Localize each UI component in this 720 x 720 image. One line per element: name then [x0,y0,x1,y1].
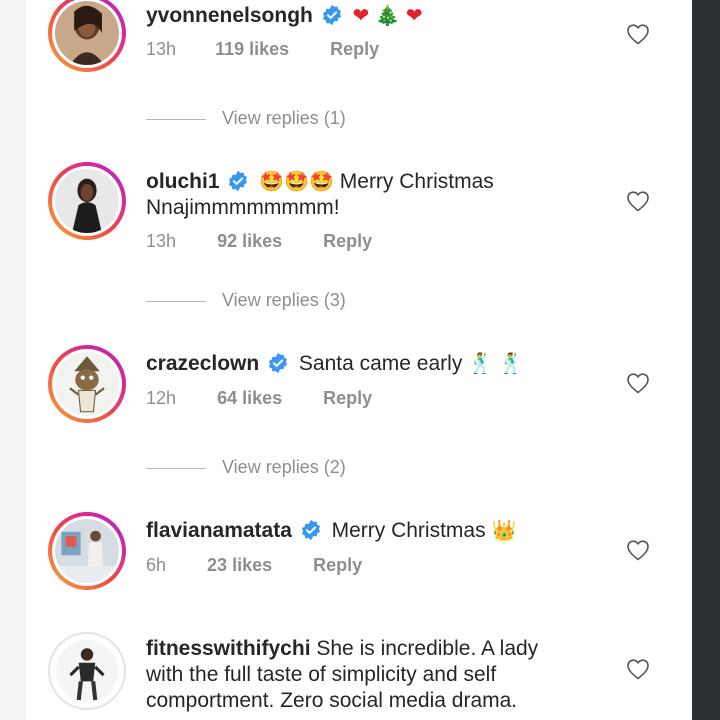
comment-body: Santa came early [298,352,463,375]
comment-username[interactable]: oluchi1 [146,170,220,193]
comment-username[interactable]: crazeclown [146,352,259,375]
comment-username[interactable]: flavianamatata [146,519,292,542]
christmas-tree-emoji: 🎄 [375,3,401,27]
heart-outline-icon[interactable] [626,539,650,561]
comment-likes[interactable]: 92 likes [217,231,282,252]
verified-badge-icon [229,170,248,192]
comment-time: 6h [146,555,167,575]
comment-text: oluchi1 🤩🤩🤩 Merry Christmas Nnajimmmmmmm… [146,168,566,221]
comment-text: fitnesswithifychi She is incredible. A l… [146,636,566,714]
comment-time: 12h [146,388,177,408]
comment-likes[interactable]: 23 likes [207,555,272,576]
comment-time: 13h [146,231,177,251]
view-replies-link[interactable]: View replies (2) [146,457,346,478]
heart-outline-icon[interactable] [626,658,650,680]
comment-likes[interactable]: 64 likes [217,388,282,409]
comment-time: 13h [146,39,177,59]
avatar[interactable] [48,345,126,423]
star-struck-emoji: 🤩 [259,169,285,193]
heart-emoji: ❤ [405,3,423,27]
view-replies-label: View replies (2) [222,457,346,477]
comment-text: flavianamatata Merry Christmas 👑 [146,517,566,544]
heart-outline-icon[interactable] [626,23,650,45]
heart-outline-icon[interactable] [626,372,650,394]
avatar[interactable] [48,0,126,72]
avatar-photo [55,352,119,416]
avatar-photo [55,1,119,65]
comment-body: Merry Christmas [331,519,486,542]
right-bezel [692,0,720,720]
avatar[interactable] [48,512,126,590]
reply-button[interactable]: Reply [313,555,362,576]
heart-outline-icon[interactable] [626,190,650,212]
reply-button[interactable]: Reply [330,39,379,60]
reply-button[interactable]: Reply [323,388,372,409]
avatar-photo [56,640,118,702]
verified-badge-icon [322,4,341,26]
divider-line [146,300,206,302]
divider-line [146,118,206,120]
reply-button[interactable]: Reply [323,231,372,252]
avatar-photo [55,519,119,583]
view-replies-link[interactable]: View replies (3) [146,290,346,311]
crown-emoji: 👑 [491,518,517,542]
dancing-man-emoji: 🕺 [498,351,524,375]
avatar[interactable] [48,632,126,710]
dancing-man-emoji: 🕺 [468,351,494,375]
comment-text: yvonnenelsongh ❤ 🎄 ❤ [146,2,566,29]
comment-meta: 13h 119 likes Reply [146,39,379,60]
divider-line [146,467,206,469]
comment-username[interactable]: yvonnenelsongh [146,4,313,27]
star-struck-emoji: 🤩 [309,169,334,193]
verified-badge-icon [301,519,320,541]
view-replies-label: View replies (1) [222,108,346,128]
comment-meta: 12h 64 likes Reply [146,388,372,409]
comments-list[interactable]: yvonnenelsongh ❤ 🎄 ❤ 13h 119 likes Reply… [26,0,692,720]
comment-likes[interactable]: 119 likes [215,39,289,60]
avatar[interactable] [48,162,126,240]
left-bezel [0,0,26,720]
comment-username[interactable]: fitnesswithifychi [146,637,311,660]
avatar-photo [55,169,119,233]
verified-badge-icon [268,352,288,374]
comment-meta: 6h 23 likes Reply [146,555,362,576]
heart-emoji: ❤ [352,3,370,27]
view-replies-link[interactable]: View replies (1) [146,108,346,129]
view-replies-label: View replies (3) [222,290,346,310]
comment-text: crazeclown Santa came early 🕺 🕺 [146,350,566,377]
comment-meta: 13h 92 likes Reply [146,231,372,252]
star-struck-emoji: 🤩 [284,169,310,193]
